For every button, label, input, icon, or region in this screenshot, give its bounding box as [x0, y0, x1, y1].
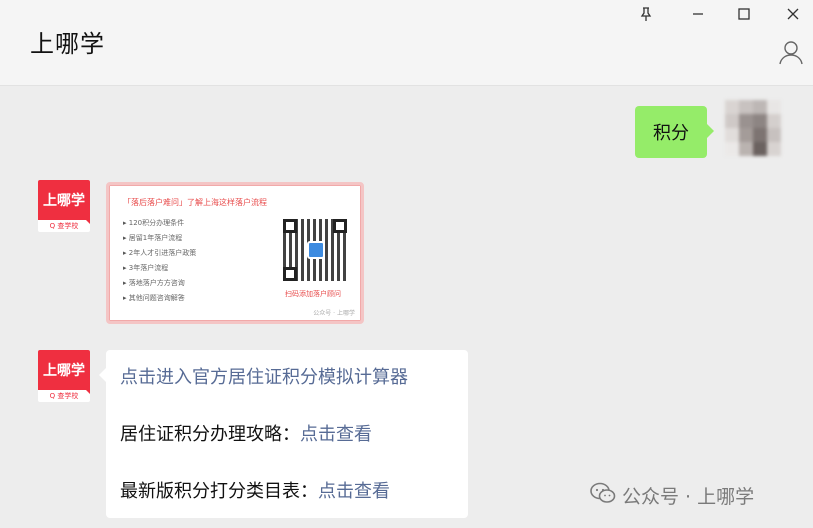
card-footer: 公众号 · 上哪学 — [313, 310, 355, 317]
card-headline: 「落后落户难问」了解上海这样落户流程 — [123, 198, 267, 207]
qr-corner-marker — [333, 219, 347, 233]
image-message[interactable]: 「落后落户难问」了解上海这样落户流程 120积分办理条件 居留1年落户流程 2年… — [106, 182, 364, 324]
links-message-bubble: 点击进入官方居住证积分模拟计算器 居住证积分办理攻略：点击查看 最新版积分打分类… — [99, 350, 468, 518]
user-avatar[interactable] — [725, 100, 781, 156]
avatar-brand-text: 上哪学 — [38, 180, 90, 224]
sender-avatar[interactable]: 上哪学 Q 查学校 — [38, 180, 90, 232]
sent-message-text: 积分 — [653, 123, 689, 144]
message-line: 居住证积分办理攻略：点击查看 — [120, 421, 454, 449]
calculator-link[interactable]: 点击进入官方居住证积分模拟计算器 — [120, 367, 408, 388]
qr-corner-marker — [283, 219, 297, 233]
line-prefix: 最新版积分打分类目表： — [120, 481, 318, 502]
maximize-icon[interactable] — [722, 0, 766, 28]
watermark: 公众号 · 上哪学 — [590, 482, 754, 509]
avatar-brand-text: 上哪学 — [38, 350, 90, 394]
chat-title: 上哪学 — [30, 30, 105, 58]
wechat-icon — [590, 482, 616, 509]
minimize-icon[interactable] — [676, 0, 720, 28]
line-prefix: 居住证积分办理攻略： — [120, 424, 300, 445]
scoring-table-link[interactable]: 点击查看 — [318, 481, 390, 502]
close-icon[interactable] — [771, 0, 813, 28]
qr-corner-marker — [283, 267, 297, 281]
card-caption: 扫码添加落户顾问 — [285, 290, 341, 298]
sent-message-bubble[interactable]: 积分 — [635, 106, 714, 158]
person-icon[interactable] — [777, 38, 805, 66]
guide-link[interactable]: 点击查看 — [300, 424, 372, 445]
qr-logo — [307, 241, 325, 259]
title-bar: 上哪学 — [0, 0, 813, 86]
message-line: 点击进入官方居住证积分模拟计算器 — [120, 364, 454, 392]
message-line: 最新版积分打分类目表：点击查看 — [120, 478, 454, 506]
sender-avatar[interactable]: 上哪学 Q 查学校 — [38, 350, 90, 402]
pin-icon[interactable] — [624, 0, 668, 28]
watermark-text: 公众号 · 上哪学 — [622, 486, 755, 508]
